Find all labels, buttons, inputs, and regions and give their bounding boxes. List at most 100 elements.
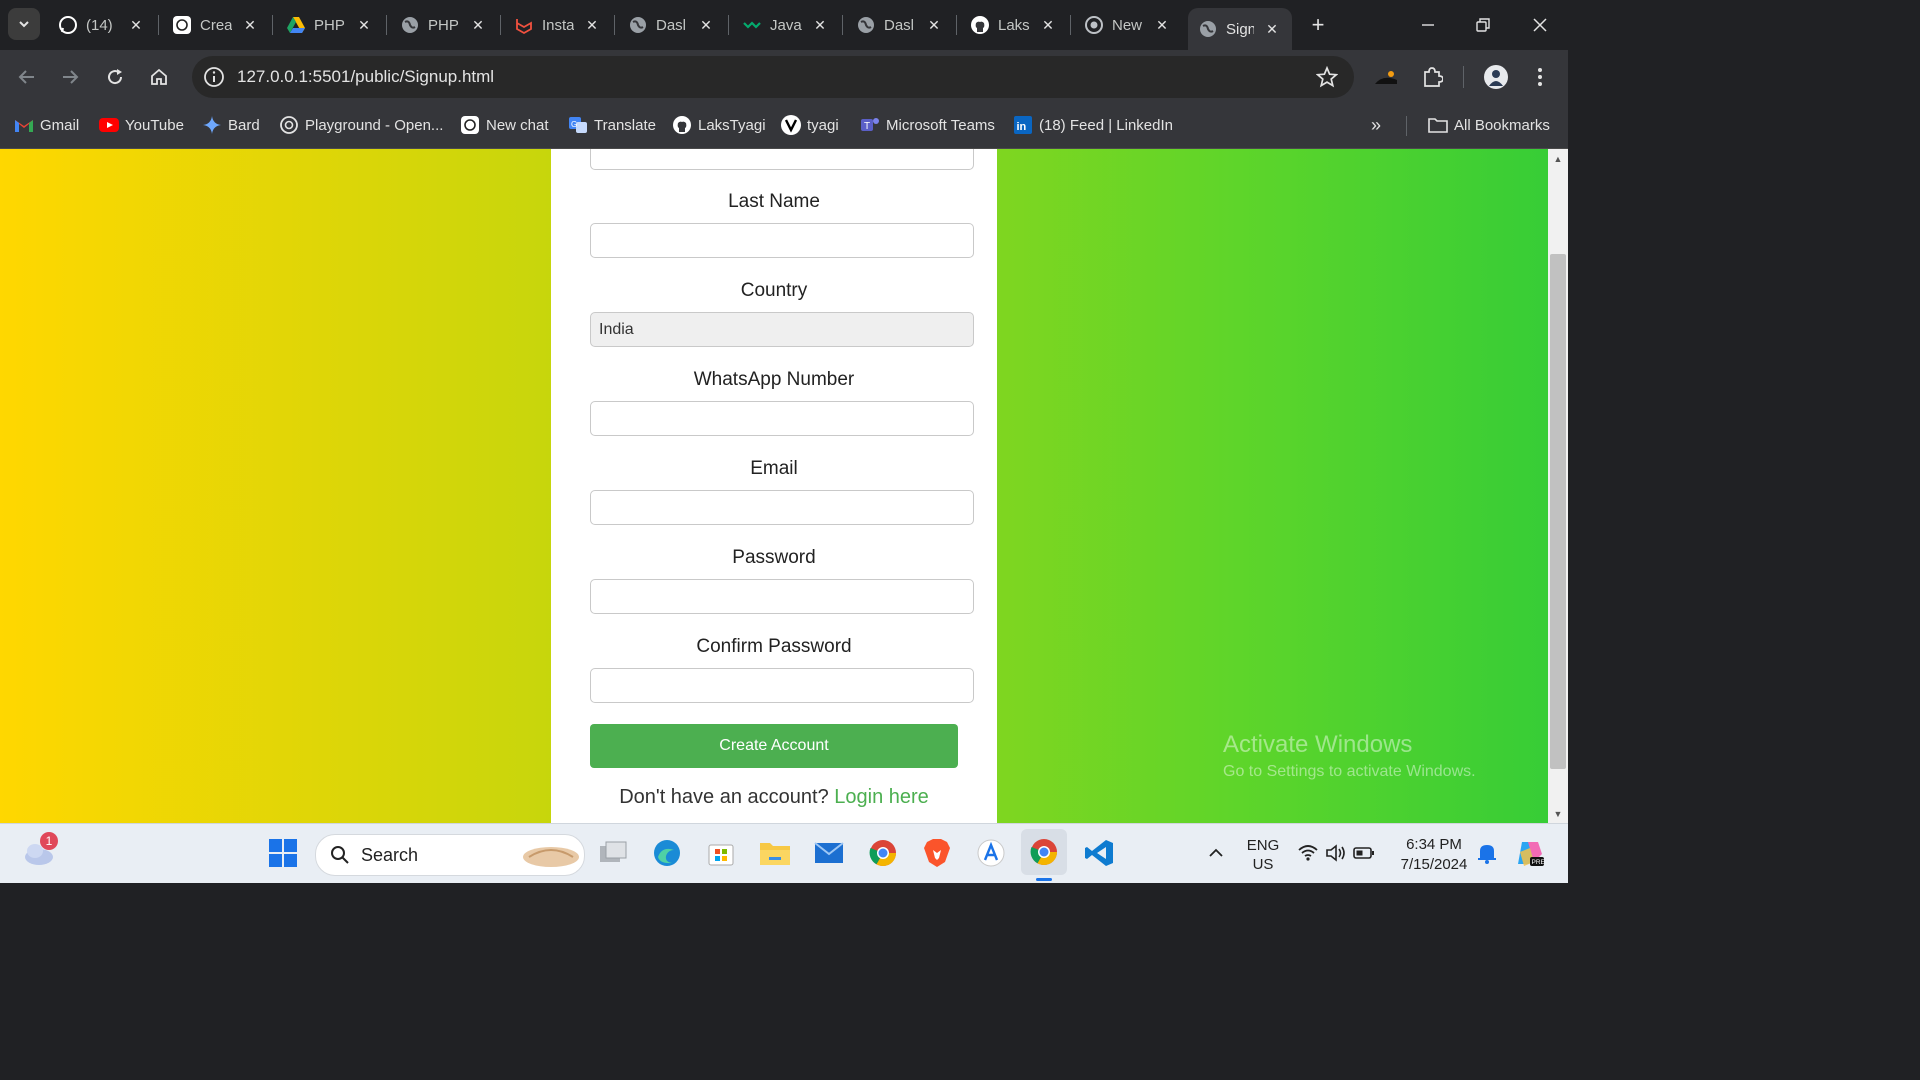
edge-app[interactable]	[650, 836, 684, 870]
password-label: Password	[732, 547, 816, 568]
site-info-icon[interactable]	[202, 65, 226, 89]
tab-search-button[interactable]	[8, 8, 40, 40]
close-icon[interactable]: ✕	[1154, 17, 1170, 34]
teams-icon: T	[860, 115, 880, 135]
first-name-input[interactable]	[590, 149, 974, 170]
password-input[interactable]	[590, 579, 974, 614]
file-explorer-app[interactable]	[758, 836, 792, 870]
confirm-password-input[interactable]	[590, 668, 974, 703]
extensions-puzzle-icon[interactable]	[1419, 64, 1445, 90]
back-button[interactable]	[12, 62, 42, 92]
openai-icon	[1084, 15, 1104, 35]
close-icon[interactable]: ✕	[1040, 17, 1056, 34]
bookmark-bard[interactable]: Bard	[202, 113, 260, 137]
language-indicator[interactable]: ENG US	[1242, 836, 1284, 874]
last-name-input[interactable]	[590, 223, 974, 258]
close-icon[interactable]: ✕	[1264, 21, 1280, 38]
tab-title: Dasl	[656, 16, 687, 34]
svg-text:G: G	[571, 120, 577, 129]
pinned-app[interactable]	[974, 836, 1008, 870]
bookmark-star-icon[interactable]	[1316, 66, 1338, 88]
chrome-active-app[interactable]	[1021, 829, 1067, 881]
scrollbar-thumb[interactable]	[1550, 254, 1566, 769]
clock[interactable]: 6:34 PM 7/15/2024	[1392, 835, 1476, 875]
close-icon[interactable]: ✕	[584, 17, 600, 34]
bookmark-translate[interactable]: G Translate	[568, 113, 656, 137]
tab-php-drive[interactable]: PHP ✕	[286, 8, 372, 42]
close-icon[interactable]: ✕	[242, 17, 258, 34]
tab-github[interactable]: Laks ✕	[970, 8, 1056, 42]
close-icon[interactable]: ✕	[698, 17, 714, 34]
tab-create[interactable]: Crea ✕	[172, 8, 258, 42]
country-input[interactable]	[590, 312, 974, 347]
reload-button[interactable]	[100, 62, 130, 92]
address-bar[interactable]: 127.0.0.1:5501/public/Signup.html	[192, 56, 1354, 98]
bookmark-teams[interactable]: T Microsoft Teams	[860, 113, 995, 137]
gmail-icon	[14, 115, 34, 135]
tab-divider	[158, 15, 159, 35]
tray-overflow-button[interactable]	[1199, 836, 1233, 870]
tab-java[interactable]: Java ✕	[742, 8, 828, 42]
forward-button[interactable]	[55, 62, 85, 92]
tab-php[interactable]: PHP ✕	[400, 8, 486, 42]
chrome-app[interactable]	[866, 836, 900, 870]
profile-avatar-icon[interactable]	[1483, 64, 1509, 90]
clock-time: 6:34 PM	[1406, 836, 1462, 853]
copilot-button[interactable]: PRE	[1512, 836, 1546, 870]
store-app[interactable]	[704, 836, 738, 870]
chrome-icon	[869, 840, 897, 867]
start-button[interactable]	[266, 836, 300, 870]
bookmark-playground[interactable]: Playground - Open...	[279, 113, 443, 137]
email-input[interactable]	[590, 490, 974, 525]
create-account-button[interactable]: Create Account	[590, 724, 958, 768]
home-button[interactable]	[144, 62, 174, 92]
kebab-menu-icon[interactable]	[1527, 64, 1553, 90]
mail-app[interactable]	[812, 836, 846, 870]
close-icon[interactable]: ✕	[470, 17, 486, 34]
bookmark-new-chat[interactable]: New chat	[460, 113, 549, 137]
url-text[interactable]: 127.0.0.1:5501/public/Signup.html	[237, 67, 494, 87]
close-icon[interactable]: ✕	[812, 17, 828, 34]
tab-dashboard-2[interactable]: Dasl ✕	[856, 8, 942, 42]
scroll-up-arrow-icon[interactable]: ▲	[1548, 151, 1568, 167]
quick-settings-button[interactable]	[1293, 836, 1379, 870]
login-link[interactable]: Login here	[834, 786, 929, 808]
weather-widget[interactable]: 1	[22, 832, 58, 868]
extension-icon[interactable]	[1373, 64, 1399, 90]
language-code: ENG	[1246, 837, 1280, 854]
brave-app[interactable]	[920, 836, 954, 870]
tab-divider	[386, 15, 387, 35]
tab-dashboard-1[interactable]: Dasl ✕	[628, 8, 714, 42]
bookmark-lakstyagi[interactable]: LaksTyagi	[672, 113, 766, 137]
vscode-app[interactable]	[1082, 836, 1116, 870]
scroll-down-arrow-icon[interactable]: ▼	[1548, 806, 1568, 822]
close-window-button[interactable]	[1520, 8, 1560, 42]
bookmark-linkedin[interactable]: in (18) Feed | LinkedIn	[1013, 113, 1173, 137]
close-icon[interactable]: ✕	[356, 17, 372, 34]
tab-whatsapp[interactable]: (14) ✕	[58, 8, 144, 42]
bookmark-youtube[interactable]: YouTube	[99, 113, 184, 137]
bookmarks-divider	[1406, 116, 1407, 136]
bookmark-label: YouTube	[125, 116, 184, 134]
tab-title: Dasl	[884, 16, 915, 34]
whatsapp-input[interactable]	[590, 401, 974, 436]
minimize-button[interactable]	[1408, 8, 1448, 42]
tab-divider	[500, 15, 501, 35]
new-tab-button[interactable]: +	[1305, 12, 1331, 38]
close-icon[interactable]: ✕	[926, 17, 942, 34]
tab-insta[interactable]: Insta ✕	[514, 8, 600, 42]
active-app-indicator	[1036, 878, 1052, 881]
restore-button[interactable]	[1463, 8, 1503, 42]
taskbar-search[interactable]: Search	[315, 834, 585, 876]
bookmarks-overflow-button[interactable]: »	[1371, 113, 1381, 137]
search-icon	[331, 846, 349, 864]
task-view-app[interactable]	[596, 836, 630, 870]
confirm-password-label: Confirm Password	[696, 636, 852, 657]
tab-signup-active[interactable]: Sign ✕	[1188, 8, 1292, 50]
tab-new[interactable]: New ✕	[1084, 8, 1170, 42]
notifications-button[interactable]	[1470, 836, 1504, 870]
close-icon[interactable]: ✕	[128, 17, 144, 34]
all-bookmarks-button[interactable]: All Bookmarks	[1428, 113, 1550, 137]
bookmark-gmail[interactable]: Gmail	[14, 113, 79, 137]
bookmark-tyagi[interactable]: tyagi	[781, 113, 839, 137]
